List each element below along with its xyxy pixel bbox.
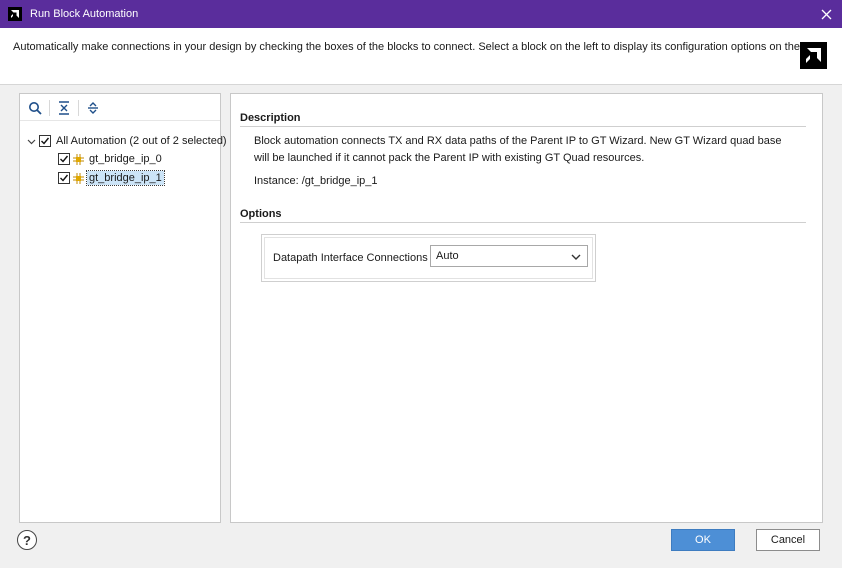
section-divider — [240, 126, 806, 127]
amd-logo-icon — [8, 7, 22, 21]
tree-item-gt-bridge-ip-1[interactable]: gt_bridge_ip_1 — [58, 169, 165, 187]
ip-block-icon — [73, 172, 84, 184]
chevron-down-icon[interactable] — [26, 136, 36, 146]
search-icon[interactable] — [26, 99, 44, 117]
description-text: Block automation connects TX and RX data… — [254, 135, 782, 164]
ok-button[interactable]: OK — [671, 529, 735, 551]
datapath-interface-label: Datapath Interface Connections — [273, 252, 428, 264]
title-bar: Run Block Automation — [0, 0, 842, 28]
instance-text: Instance: /gt_bridge_ip_1 — [254, 175, 378, 187]
checkbox-gt-bridge-ip-0[interactable] — [58, 153, 70, 165]
cancel-button[interactable]: Cancel — [756, 529, 820, 551]
checkbox-all-automation[interactable] — [39, 135, 51, 147]
collapse-all-icon[interactable] — [55, 99, 73, 117]
ip-block-icon — [73, 153, 84, 165]
tree-item-label: gt_bridge_ip_1 — [86, 170, 165, 186]
description-heading: Description — [240, 112, 301, 124]
automation-tree-panel: All Automation (2 out of 2 selected) gt_… — [19, 93, 227, 523]
expand-all-icon[interactable] — [84, 99, 102, 117]
close-icon[interactable] — [818, 6, 834, 22]
dialog-footer: ? OK Cancel — [0, 523, 842, 568]
tree-root-all-automation[interactable]: All Automation (2 out of 2 selected) — [26, 132, 229, 150]
help-button[interactable]: ? — [17, 530, 37, 550]
header-banner: Automatically make connections in your d… — [0, 28, 842, 84]
window-title: Run Block Automation — [30, 8, 139, 20]
options-group: Datapath Interface Connections Auto — [261, 234, 596, 282]
tree-toolbar — [20, 94, 220, 121]
select-value: Auto — [436, 250, 459, 262]
chevron-down-icon[interactable] — [570, 251, 582, 263]
checkbox-gt-bridge-ip-1[interactable] — [58, 172, 70, 184]
section-divider — [240, 222, 806, 223]
dialog-body: All Automation (2 out of 2 selected) gt_… — [0, 85, 842, 523]
options-group-inner: Datapath Interface Connections Auto — [264, 237, 593, 279]
tree-root-label: All Automation (2 out of 2 selected) — [56, 135, 227, 147]
amd-brand-icon — [800, 42, 827, 69]
tree-item-gt-bridge-ip-0[interactable]: gt_bridge_ip_0 — [58, 150, 164, 168]
datapath-interface-select[interactable]: Auto — [430, 245, 588, 267]
tree-item-label: gt_bridge_ip_0 — [89, 153, 162, 165]
options-heading: Options — [240, 208, 282, 220]
details-panel: Description Block automation connects TX… — [230, 93, 823, 523]
banner-message: Automatically make connections in your d… — [13, 41, 828, 53]
toolbar-separator — [78, 100, 79, 116]
toolbar-separator — [49, 100, 50, 116]
